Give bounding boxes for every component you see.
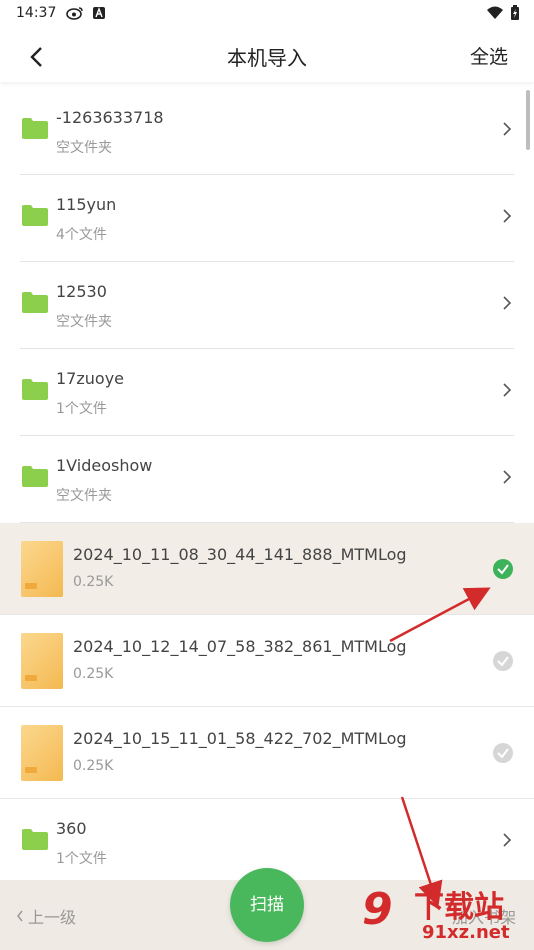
- watermark-logo: 9 下载站 91xz.net: [362, 878, 532, 948]
- folder-name: 12530: [56, 282, 107, 301]
- folder-icon: [22, 292, 48, 313]
- watermark-logo-glyph: 9: [362, 884, 393, 935]
- chevron-right-icon: [503, 470, 512, 484]
- chevron-right-icon: [503, 122, 512, 136]
- app-header: 本机导入 全选: [0, 30, 534, 82]
- status-bar: 14:37: [0, 0, 534, 30]
- folder-count: 空文件夹: [56, 140, 112, 156]
- chevron-right-icon: [503, 833, 512, 847]
- folder-row[interactable]: 1Videoshow 空文件夹: [20, 436, 514, 523]
- folder-row[interactable]: 115yun 4个文件: [20, 175, 514, 262]
- folder-row[interactable]: 12530 空文件夹: [20, 262, 514, 349]
- file-size: 0.25K: [73, 666, 114, 682]
- file-size: 0.25K: [73, 574, 114, 590]
- up-level-label: 上一级: [28, 908, 77, 927]
- file-name: 2024_10_11_08_30_44_141_888_MTMLog: [73, 545, 407, 564]
- status-time: 14:37: [16, 5, 57, 21]
- folder-count: 1个文件: [56, 851, 107, 867]
- scan-button[interactable]: 扫描: [230, 868, 304, 942]
- checkbox-unchecked-icon[interactable]: [493, 743, 513, 763]
- file-thumbnail: [21, 541, 63, 597]
- checkbox-checked-icon[interactable]: [493, 559, 513, 579]
- page-title: 本机导入: [227, 46, 307, 70]
- folder-name: 1Videoshow: [56, 456, 153, 475]
- file-thumbnail: [21, 633, 63, 689]
- watermark-main-text: 下载站: [414, 890, 504, 925]
- chevron-right-icon: [503, 296, 512, 310]
- folder-name: -1263633718: [56, 108, 164, 127]
- chevron-right-icon: [503, 209, 512, 223]
- up-level-button[interactable]: 上一级: [16, 904, 76, 928]
- folder-name: 115yun: [56, 195, 117, 214]
- file-thumbnail: [21, 725, 63, 781]
- folder-row[interactable]: 17zuoye 1个文件: [20, 349, 514, 436]
- folder-icon: [22, 379, 48, 400]
- watermark-url: 91xz.net: [422, 922, 510, 943]
- file-row[interactable]: 2024_10_15_11_01_58_422_702_MTMLog 0.25K: [0, 707, 534, 799]
- app-a-icon: [93, 7, 105, 19]
- folder-icon: [22, 118, 48, 139]
- folder-icon: [22, 205, 48, 226]
- file-name: 2024_10_12_14_07_58_382_861_MTMLog: [73, 637, 407, 656]
- file-row[interactable]: 2024_10_11_08_30_44_141_888_MTMLog 0.25K: [0, 523, 534, 615]
- folder-icon: [22, 466, 48, 487]
- folder-icon: [22, 829, 48, 850]
- battery-charging-icon: [511, 5, 519, 20]
- folder-count: 空文件夹: [56, 314, 112, 330]
- folder-count: 空文件夹: [56, 488, 112, 504]
- file-list: -1263633718 空文件夹 115yun 4个文件 12530 空文件夹 …: [0, 88, 534, 886]
- file-name: 2024_10_15_11_01_58_422_702_MTMLog: [73, 729, 407, 748]
- folder-count: 1个文件: [56, 401, 107, 417]
- folder-name: 360: [56, 819, 87, 838]
- select-all-button[interactable]: 全选: [470, 42, 508, 69]
- folder-name: 17zuoye: [56, 369, 124, 388]
- file-size: 0.25K: [73, 758, 114, 774]
- chevron-left-icon: [17, 910, 23, 922]
- weibo-icon: [66, 7, 83, 20]
- chevron-right-icon: [503, 383, 512, 397]
- file-row[interactable]: 2024_10_12_14_07_58_382_861_MTMLog 0.25K: [0, 615, 534, 707]
- wifi-icon: [487, 6, 503, 19]
- folder-row[interactable]: -1263633718 空文件夹: [20, 88, 514, 175]
- folder-count: 4个文件: [56, 227, 107, 243]
- checkbox-unchecked-icon[interactable]: [493, 651, 513, 671]
